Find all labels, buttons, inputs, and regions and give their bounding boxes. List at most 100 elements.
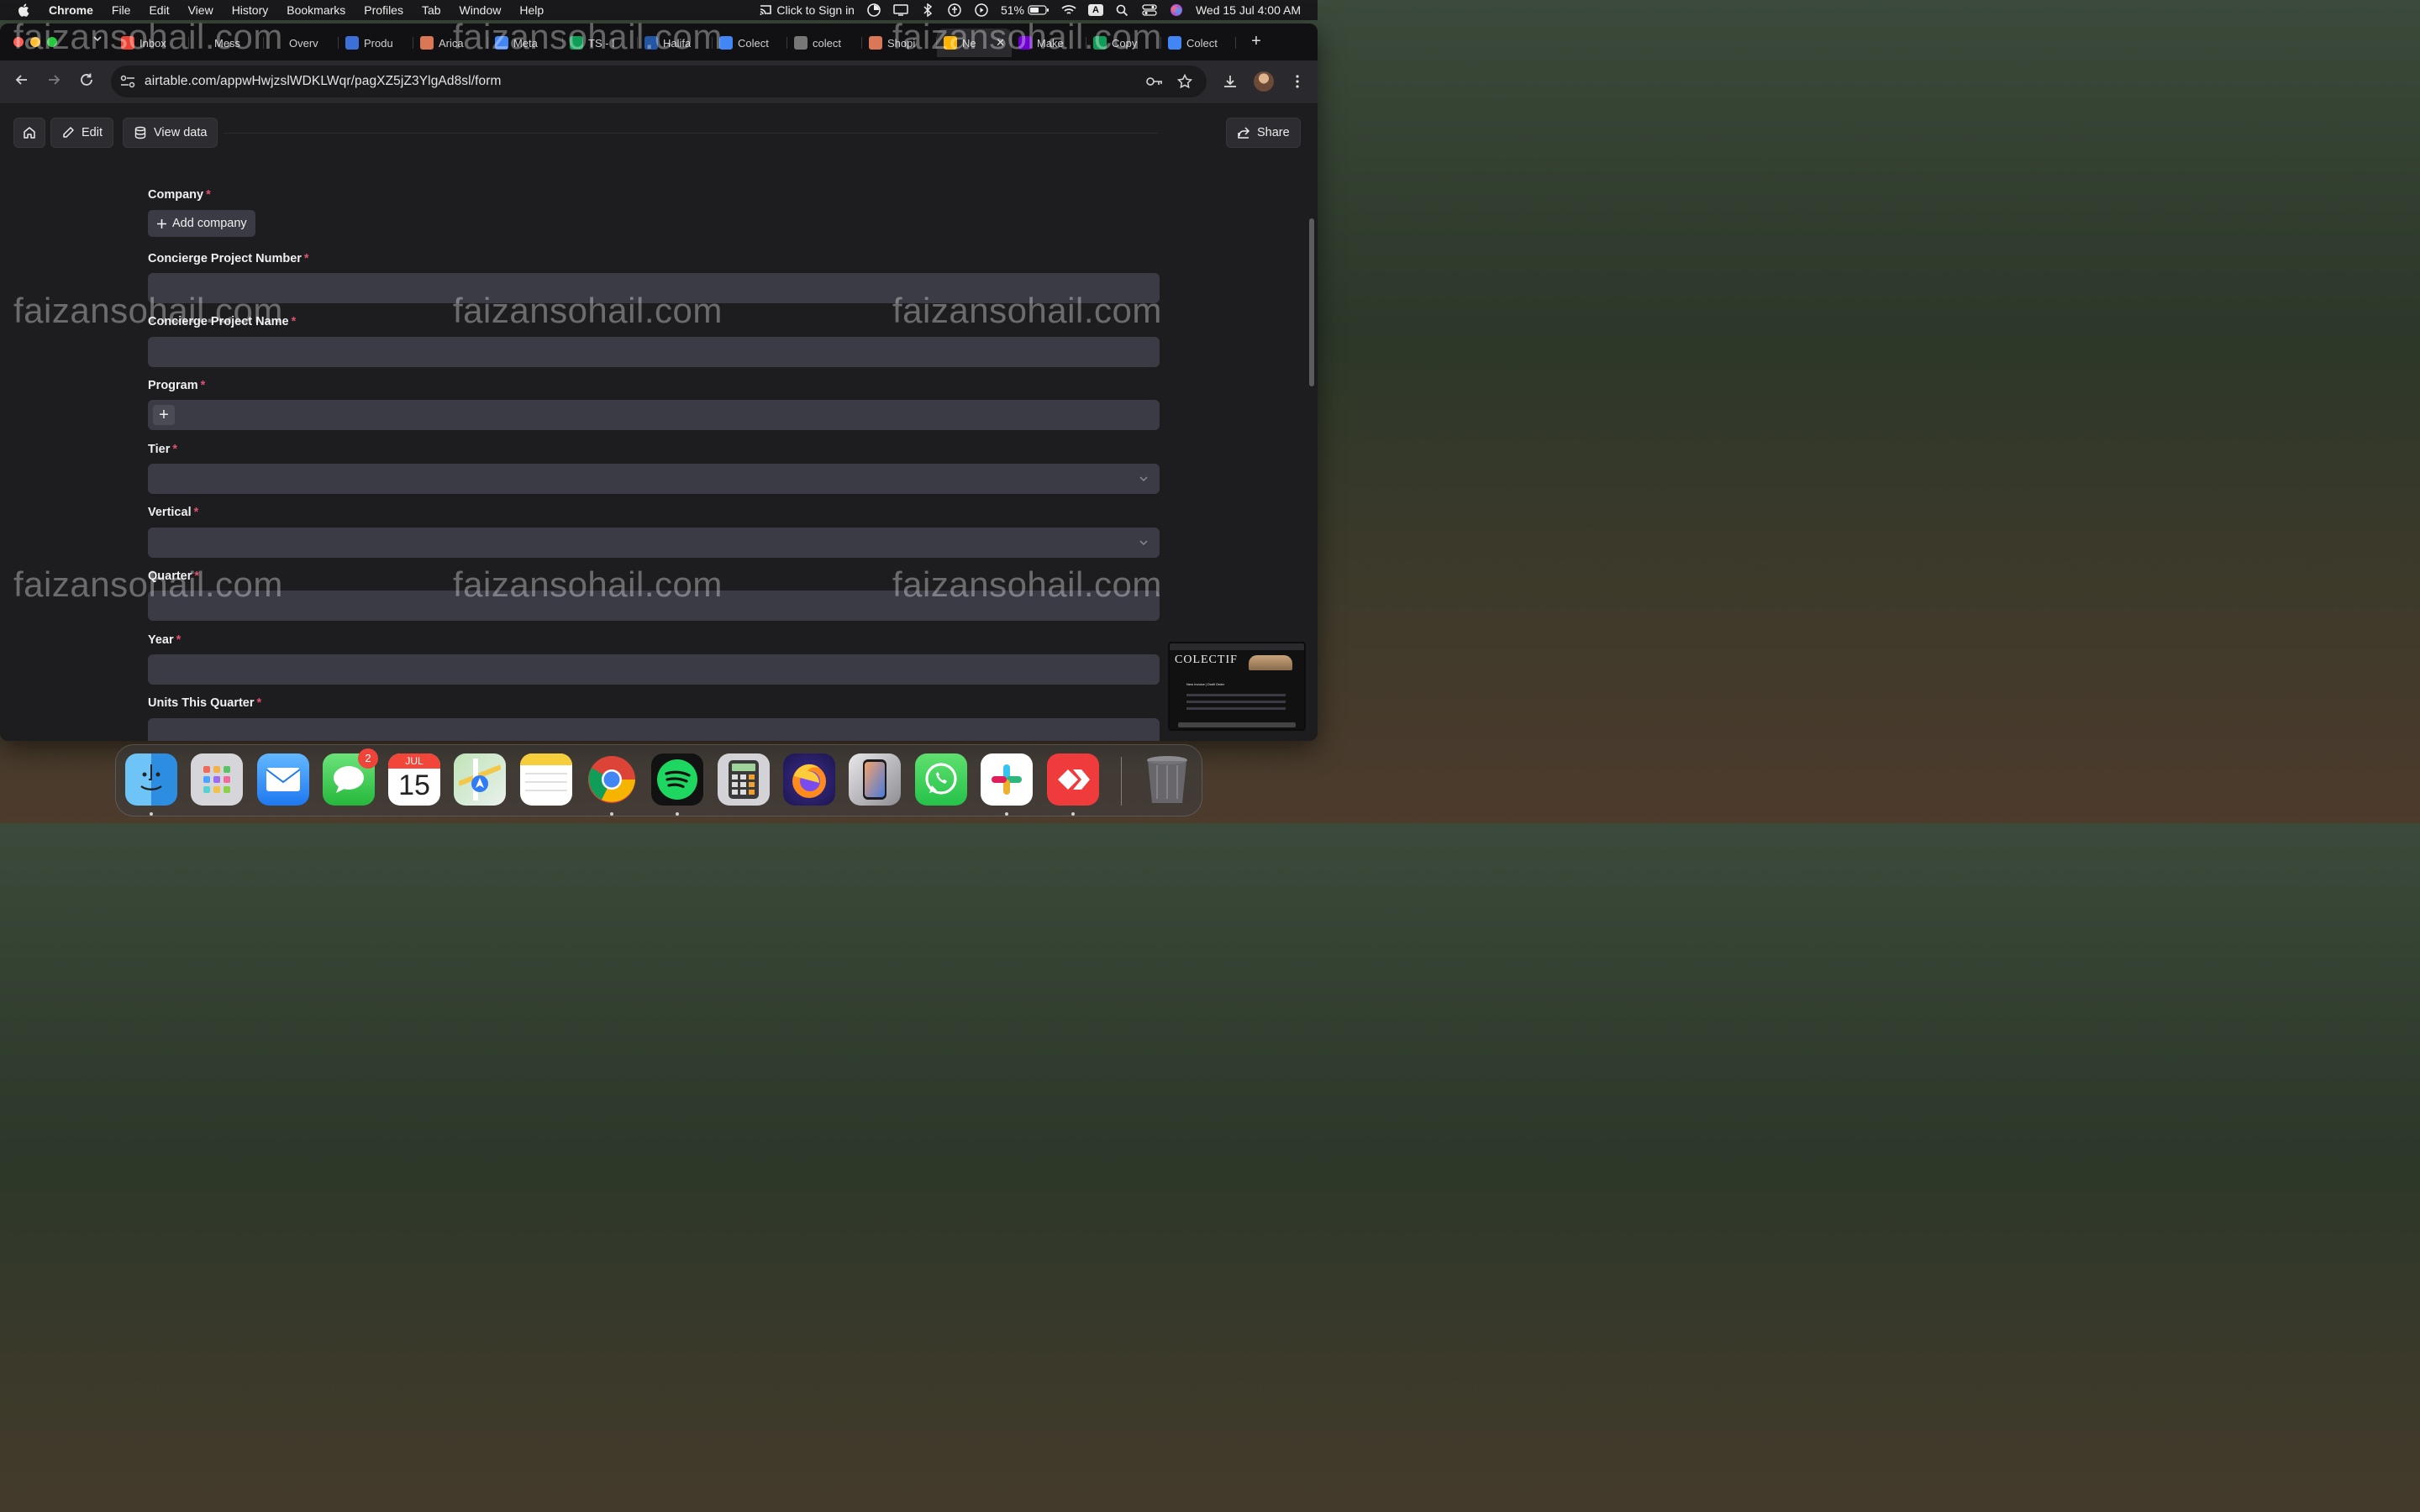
browser-tab[interactable]: Arica (413, 29, 488, 57)
url-text[interactable]: airtable.com/appwHwjzslWDKLWqr/pagXZ5jZ3… (145, 74, 502, 89)
anydesk-app-icon[interactable] (1047, 753, 1099, 806)
battery-icon[interactable] (1028, 3, 1050, 17)
view-data-button[interactable]: View data (123, 118, 218, 148)
menu-history[interactable]: History (232, 3, 269, 17)
firefox-app-icon[interactable] (783, 753, 835, 806)
browser-tab[interactable]: Mess (189, 29, 264, 57)
screenshot-thumbnail-preview[interactable]: COLECTIF New Invoice | Draft Order (1168, 642, 1306, 731)
maps-app-icon[interactable] (454, 753, 506, 806)
zoom-window-button[interactable] (47, 37, 57, 47)
cast-icon[interactable] (758, 3, 773, 17)
browser-tab[interactable]: Halifa (638, 29, 713, 57)
back-arrow-icon[interactable] (12, 72, 32, 92)
address-bar[interactable]: airtable.com/appwHwjzslWDKLWqr/pagXZ5jZ3… (111, 66, 1207, 97)
tier-select[interactable] (148, 464, 1160, 494)
browser-tab[interactable]: Ne ✕ (937, 29, 1012, 57)
menu-view[interactable]: View (188, 3, 213, 17)
close-window-button[interactable] (13, 37, 24, 47)
play-circle-icon[interactable] (974, 3, 989, 17)
kebab-menu-icon[interactable] (1287, 71, 1307, 92)
launchpad-app-icon[interactable] (191, 753, 243, 806)
new-tab-plus-icon[interactable]: + (1247, 32, 1265, 50)
quarter-label: Quarter * (148, 570, 200, 583)
share-button[interactable]: Share (1226, 118, 1301, 148)
wifi-icon[interactable] (1061, 3, 1076, 17)
browser-tab[interactable]: Make (1012, 29, 1086, 57)
tab-label: Halifa (663, 36, 692, 50)
year-input[interactable] (148, 654, 1160, 685)
password-key-icon[interactable] (1146, 73, 1163, 90)
menu-profiles[interactable]: Profiles (364, 3, 403, 17)
units-input[interactable] (148, 718, 1160, 741)
address-bar-actions (1146, 73, 1193, 90)
menu-bookmarks[interactable]: Bookmarks (287, 3, 345, 17)
slack-app-icon[interactable] (981, 753, 1033, 806)
browser-tab[interactable]: Meta (488, 29, 563, 57)
vertical-select[interactable] (148, 528, 1160, 558)
home-icon (24, 127, 35, 139)
add-company-button[interactable]: Add company (148, 210, 255, 237)
edit-button[interactable]: Edit (50, 118, 113, 148)
tier-label: Tier * (148, 443, 177, 456)
menu-file[interactable]: File (112, 3, 131, 17)
clock-pie-icon[interactable] (866, 3, 881, 17)
iphone-mirroring-app-icon[interactable] (849, 753, 901, 806)
whatsapp-app-icon[interactable] (915, 753, 967, 806)
sign-in-status[interactable]: Click to Sign in (776, 3, 855, 17)
toolbar-right-actions (1220, 71, 1307, 92)
messages-app-icon[interactable]: 2 (323, 748, 378, 806)
browser-tab[interactable]: colect (787, 29, 862, 57)
menu-bar-clock[interactable]: Wed 15 Jul 4:00 AM (1196, 3, 1301, 17)
notes-app-icon[interactable] (520, 753, 572, 806)
download-icon[interactable] (1220, 71, 1240, 92)
finder-app-icon[interactable] (125, 753, 177, 806)
menu-app-name[interactable]: Chrome (49, 3, 93, 17)
tab-label: Shopi (887, 36, 916, 50)
site-settings-icon[interactable] (119, 73, 136, 90)
project-name-input[interactable] (148, 337, 1160, 367)
apple-logo-icon[interactable] (17, 3, 32, 18)
calendar-app-icon[interactable]: JUL 15 (388, 753, 440, 806)
reload-icon[interactable] (76, 72, 97, 92)
spotify-app-icon[interactable] (651, 753, 703, 806)
macos-menu-bar: Chrome File Edit View History Bookmarks … (0, 0, 1318, 20)
display-icon[interactable] (893, 3, 908, 17)
bluetooth-icon[interactable] (920, 3, 935, 17)
menu-window[interactable]: Window (460, 3, 502, 17)
tab-list: Inbox Mess Overv Produ Arica Meta TS - I Halifa… (114, 29, 1236, 57)
forward-arrow-icon[interactable] (44, 72, 64, 92)
quarter-input[interactable] (148, 591, 1160, 621)
tab-label: colect (813, 36, 841, 50)
control-center-icon[interactable] (1142, 3, 1157, 17)
browser-tab[interactable]: Copy (1086, 29, 1161, 57)
minimize-window-button[interactable] (30, 37, 40, 47)
browser-tab[interactable]: Produ (339, 29, 413, 57)
chrome-app-icon[interactable] (586, 753, 638, 806)
project-number-input[interactable] (148, 273, 1160, 303)
browser-tab[interactable]: Colect (713, 29, 787, 57)
siri-icon[interactable] (1169, 3, 1184, 17)
menu-help[interactable]: Help (519, 3, 544, 17)
tab-search-chevron-icon[interactable] (87, 34, 108, 50)
browser-tab[interactable]: Inbox (114, 29, 189, 57)
calculator-app-icon[interactable] (718, 753, 770, 806)
bookmark-star-icon[interactable] (1176, 73, 1193, 90)
browser-tab[interactable]: Shopi (862, 29, 937, 57)
page-scrollbar[interactable] (1309, 218, 1314, 386)
profile-avatar[interactable] (1254, 71, 1274, 92)
browser-tab[interactable]: Colect (1161, 29, 1236, 57)
form-top-bar: Edit View data Share (0, 104, 1318, 155)
home-button[interactable] (13, 118, 45, 148)
input-source-badge[interactable]: A (1088, 4, 1103, 16)
browser-tab[interactable]: Overv (264, 29, 339, 57)
project-name-label: Concierge Project Name * (148, 315, 297, 328)
menu-edit[interactable]: Edit (149, 3, 169, 17)
menu-tab[interactable]: Tab (422, 3, 441, 17)
accessibility-icon[interactable] (947, 3, 962, 17)
trash-app-icon[interactable] (1141, 753, 1193, 806)
browser-tab[interactable]: TS - I (563, 29, 638, 57)
add-program-plus-icon[interactable]: + (153, 405, 175, 425)
mail-app-icon[interactable] (257, 753, 309, 806)
spotlight-search-icon[interactable] (1115, 3, 1130, 17)
close-tab-icon[interactable]: ✕ (996, 36, 1005, 50)
